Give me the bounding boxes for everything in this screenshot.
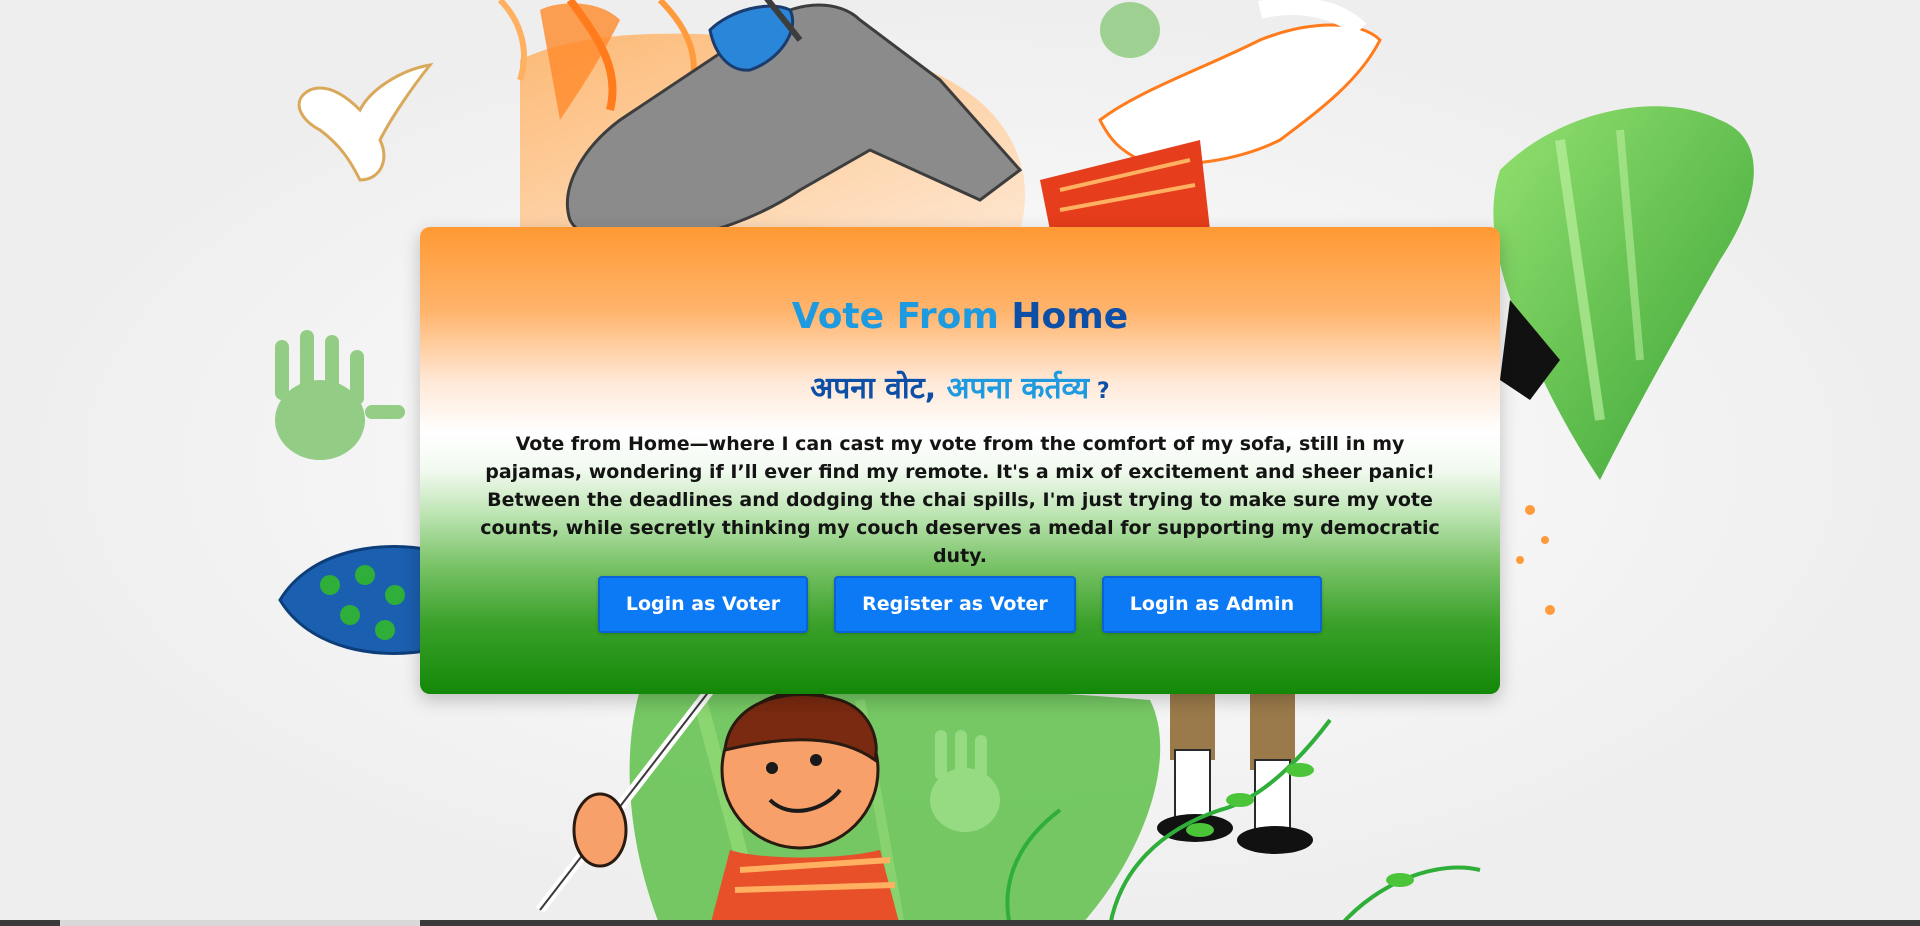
hero-tagline-part2: अपना कर्तव्य — [946, 371, 1090, 406]
green-wash-shape — [629, 683, 1161, 926]
hero-tagline-part1: अपना वोट, — [810, 371, 947, 406]
hero-tagline: अपना वोट, अपना कर्तव्य ? — [420, 369, 1500, 412]
action-button-row: Login as Voter Register as Voter Login a… — [420, 576, 1500, 633]
hero-title-part1: Vote From — [791, 296, 999, 337]
register-voter-button[interactable]: Register as Voter — [834, 576, 1076, 633]
scrollbar-thumb[interactable] — [60, 920, 420, 926]
hero-card: Vote From Home अपना वोट, अपना कर्तव्य ? … — [420, 227, 1500, 694]
login-admin-button[interactable]: Login as Admin — [1101, 576, 1323, 633]
bottom-scrollbar[interactable] — [0, 920, 1920, 926]
login-voter-button[interactable]: Login as Voter — [597, 576, 809, 633]
hero-description: Vote from Home—where I can cast my vote … — [480, 433, 1440, 567]
hero-title-part2: Home — [998, 296, 1129, 337]
handprint-icon — [1100, 2, 1160, 58]
hero-title: Vote From Home — [420, 295, 1500, 339]
hero-tagline-part3: ? — [1089, 379, 1110, 404]
